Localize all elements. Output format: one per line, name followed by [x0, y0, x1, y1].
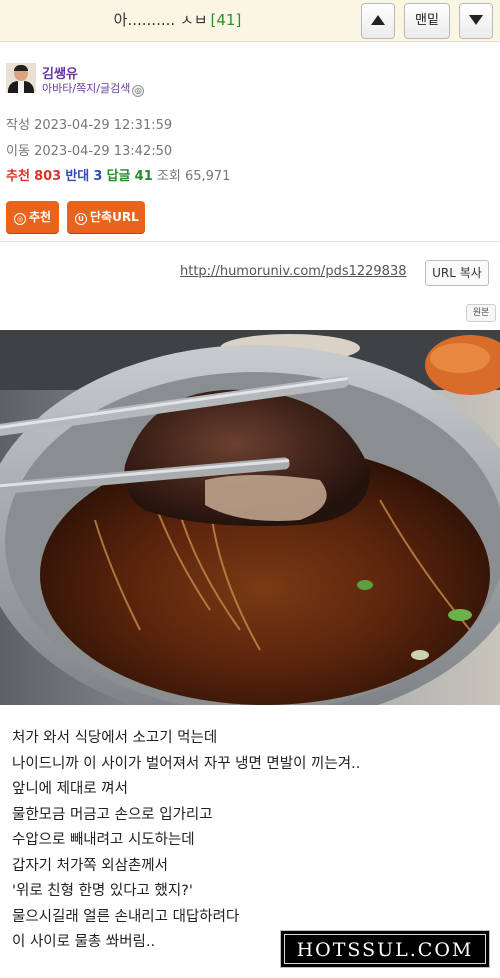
body-line: 갑자기 처가쪽 외삼촌께서: [12, 857, 168, 874]
author-links[interactable]: 아바타/쪽지/글검색 ◎: [42, 80, 145, 97]
oppose-count: 3: [93, 169, 103, 184]
divider: [0, 241, 500, 242]
short-url-button-label: 단축URL: [90, 210, 139, 224]
short-url-icon: U: [75, 213, 87, 225]
body-line: 물으시길래 얼른 손내리고 대답하려다: [12, 908, 240, 925]
post-url-link[interactable]: http://humoruniv.com/pds1229838: [180, 264, 407, 279]
written-value: 2023-04-29 12:31:59: [34, 118, 173, 133]
reply-label: 답글: [106, 169, 131, 184]
moved-date: 이동 2023-04-29 13:42:50: [6, 140, 172, 159]
reply-count-stat: 41: [134, 169, 153, 184]
view-count: 65,971: [184, 169, 231, 184]
body-line: 물한모금 머금고 손으로 입가리고: [12, 806, 213, 823]
level-badge-icon: ◎: [132, 85, 145, 97]
recommend-label: 추천: [6, 169, 30, 184]
moved-label: 이동: [6, 144, 30, 159]
body-line: '위로 친형 한명 있다고 했지?': [12, 883, 193, 899]
short-url-button[interactable]: U 단축URL: [67, 201, 145, 233]
oppose-label: 반대: [65, 169, 90, 184]
post-body: 처가 와서 식당에서 소고기 먹는데 나이드니까 이 사이가 벌어져서 자꾸 냉…: [12, 726, 360, 956]
arrow-up-icon: [371, 14, 385, 25]
copy-url-button[interactable]: URL 복사: [425, 260, 489, 286]
moved-value: 2023-04-29 13:42:50: [34, 144, 173, 159]
go-bottom-button[interactable]: 맨밑: [404, 3, 450, 39]
reply-count: [41]: [210, 11, 242, 29]
arrow-down-icon: [469, 14, 483, 25]
view-label: 조회: [156, 169, 181, 184]
written-date: 작성 2023-04-29 12:31:59: [6, 114, 172, 133]
body-line: 처가 와서 식당에서 소고기 먹는데: [12, 730, 218, 746]
recommend-count: 803: [34, 169, 62, 184]
body-line: 수압으로 빼내려고 시도하는데: [12, 832, 195, 848]
written-label: 작성: [6, 118, 30, 133]
avatar[interactable]: [6, 63, 36, 93]
post-title: 아.......... ㅅㅂ [41]: [0, 0, 355, 42]
food-photo: [0, 330, 500, 705]
recommend-button-label: 추천: [29, 210, 52, 224]
recommend-icon: ◎: [14, 213, 26, 225]
scroll-down-button[interactable]: [459, 3, 493, 39]
body-line: 앞니에 제대로 껴서: [12, 781, 128, 797]
watermark: HOTSSUL.COM: [280, 930, 490, 968]
recommend-button[interactable]: ◎ 추천: [6, 201, 59, 233]
top-bar: 아.......... ㅅㅂ [41] 맨밑: [0, 0, 500, 42]
post-stats: 추천 803 반대 3 답글 41 조회 65,971: [6, 165, 230, 184]
author-links-text[interactable]: 아바타/쪽지/글검색: [42, 82, 130, 95]
original-image-button[interactable]: 원본: [466, 304, 496, 322]
watermark-text: HOTSSUL.COM: [284, 934, 486, 964]
post-title-text: 아.......... ㅅㅂ: [113, 11, 208, 29]
scroll-up-button[interactable]: [361, 3, 395, 39]
body-line: 나이드니까 이 사이가 벌어져서 자꾸 냉면 면발이 끼는겨..: [12, 755, 361, 772]
